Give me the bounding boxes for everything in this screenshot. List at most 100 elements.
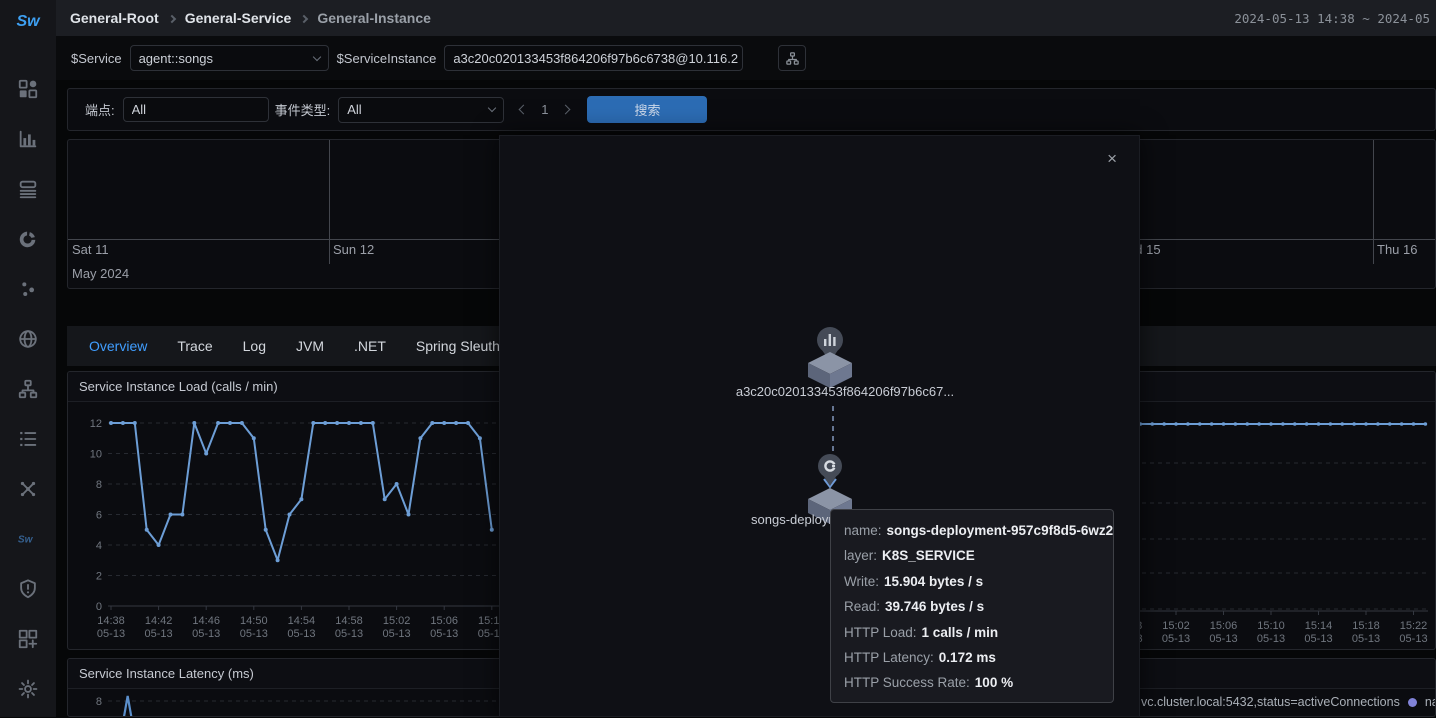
tooltip-label: Write: <box>844 574 879 589</box>
breadcrumb-separator-icon <box>167 14 175 22</box>
sidebar-hub-icon[interactable] <box>17 478 39 500</box>
tooltip-label: Read: <box>844 599 880 614</box>
event-search-toolbar: 端点: 事件类型: All 1 搜索 <box>67 88 1436 131</box>
sidebar-dashboard-icon[interactable] <box>17 78 39 100</box>
timeline-month-label: May 2024 <box>72 266 129 281</box>
node-tooltip: name:songs-deployment-957c9f8d5-6wz26lay… <box>830 509 1114 703</box>
svg-text:05-13: 05-13 <box>1399 633 1427 645</box>
tab-trace[interactable]: Trace <box>177 338 212 354</box>
tooltip-label: HTTP Success Rate: <box>844 675 970 690</box>
breadcrumb-item[interactable]: General-Root <box>70 10 159 26</box>
event-type-label: 事件类型: <box>275 100 331 119</box>
prev-page-icon[interactable] <box>519 105 529 115</box>
timeline-day-label: Sat 11 <box>72 242 109 257</box>
sidebar-gear-icon[interactable] <box>17 678 39 700</box>
tooltip-value: 39.746 bytes / s <box>885 599 984 614</box>
svg-text:05-13: 05-13 <box>335 628 363 640</box>
time-range-picker[interactable]: 2024-05-13 14:38 ~ 2024-05 <box>1234 11 1430 26</box>
svg-text:10: 10 <box>90 449 102 461</box>
sidebar-sw-dim-icon[interactable]: Sw <box>17 528 39 550</box>
sidebar-grid-plus-icon[interactable] <box>17 628 39 650</box>
svg-text:14:50: 14:50 <box>240 615 268 627</box>
svg-text:2: 2 <box>96 571 102 583</box>
tab-spring-sleuth[interactable]: Spring Sleuth <box>416 338 500 354</box>
tooltip-value: 15.904 bytes / s <box>884 574 983 589</box>
sidebar: Sw Sw <box>0 0 56 717</box>
timeline-gridline <box>1373 140 1374 264</box>
service-select[interactable]: agent::songs <box>130 45 329 71</box>
tooltip-row: layer: K8S_SERVICE <box>844 543 1100 568</box>
svg-text:12: 12 <box>90 418 102 430</box>
sidebar-histogram-icon[interactable] <box>17 128 39 150</box>
timeline-day-label: Thu 16 <box>1377 242 1417 257</box>
tooltip-value: 1 calls / min <box>922 625 999 640</box>
svg-text:15:18: 15:18 <box>1352 620 1380 632</box>
endpoint-input[interactable] <box>123 97 269 122</box>
timeline-gridline <box>329 140 330 264</box>
svg-text:05-13: 05-13 <box>1209 633 1237 645</box>
svg-text:05-13: 05-13 <box>287 628 315 640</box>
tooltip-label: layer: <box>844 548 877 563</box>
tab-jvm[interactable]: JVM <box>296 338 324 354</box>
instance-topology-button[interactable] <box>778 45 806 71</box>
sidebar-topology-icon[interactable] <box>17 378 39 400</box>
breadcrumb: General-Root General-Service General-Insta… <box>70 10 431 26</box>
sidebar-doughnut-icon[interactable] <box>17 228 39 250</box>
svg-text:15:02: 15:02 <box>1162 620 1190 632</box>
tooltip-label: HTTP Load: <box>844 625 917 640</box>
tooltip-row: Write: 15.904 bytes / s <box>844 569 1100 594</box>
service-instance-select[interactable]: a3c20c020133453f864206f97b6c6738@10.116.… <box>444 45 743 71</box>
service-pin-icon <box>818 454 842 486</box>
event-type-value: All <box>347 102 361 117</box>
svg-text:15:06: 15:06 <box>430 615 458 627</box>
tooltip-value: K8S_SERVICE <box>882 548 975 563</box>
endpoint-label: 端点: <box>85 100 115 119</box>
sidebar-database-icon[interactable] <box>17 178 39 200</box>
svg-text:05-13: 05-13 <box>192 628 220 640</box>
svg-text:14:38: 14:38 <box>97 615 125 627</box>
skywalking-logo[interactable]: Sw <box>16 2 39 42</box>
tooltip-value: 0.172 ms <box>939 650 996 665</box>
tab-log[interactable]: Log <box>243 338 266 354</box>
tab-overview[interactable]: Overview <box>89 338 147 354</box>
svg-text:8: 8 <box>96 479 102 491</box>
sidebar-scatter-icon[interactable] <box>17 278 39 300</box>
tooltip-row: name:songs-deployment-957c9f8d5-6wz26 <box>844 518 1100 543</box>
svg-text:8: 8 <box>96 696 102 708</box>
svg-text:14:58: 14:58 <box>335 615 363 627</box>
sidebar-list-icon[interactable] <box>17 428 39 450</box>
tooltip-row: Read: 39.746 bytes / s <box>844 594 1100 619</box>
chart-legend: vc.cluster.local:5432,status=activeConne… <box>1141 695 1436 709</box>
service-instance-select-value: a3c20c020133453f864206f97b6c6738@10.116.… <box>453 51 738 66</box>
next-page-icon[interactable] <box>561 105 571 115</box>
svg-text:14:42: 14:42 <box>145 615 173 627</box>
tooltip-value: songs-deployment-957c9f8d5-6wz26 <box>887 523 1114 538</box>
svg-text:6: 6 <box>96 510 102 522</box>
svg-text:05-13: 05-13 <box>430 628 458 640</box>
pod-node[interactable] <box>808 352 852 388</box>
svg-text:15:14: 15:14 <box>1305 620 1333 632</box>
service-node-label: songs-deploym <box>751 512 839 527</box>
svg-text:05-13: 05-13 <box>1352 633 1380 645</box>
sidebar-globe-icon[interactable] <box>17 328 39 350</box>
tooltip-label: HTTP Latency: <box>844 650 934 665</box>
svg-text:14:46: 14:46 <box>192 615 220 627</box>
svg-text:15:22: 15:22 <box>1400 620 1428 632</box>
breadcrumb-item[interactable]: General-Service <box>185 10 292 26</box>
search-button[interactable]: 搜索 <box>587 96 707 123</box>
svg-text:15:10: 15:10 <box>1257 620 1285 632</box>
page-number: 1 <box>541 102 548 117</box>
svg-text:05-13: 05-13 <box>97 628 125 640</box>
sidebar-shield-icon[interactable] <box>17 578 39 600</box>
legend-next-text: na <box>1425 695 1436 709</box>
legend-dot-icon <box>1408 698 1417 707</box>
tab--net[interactable]: .NET <box>354 338 386 354</box>
dashboard-variables-bar: $Service agent::songs $ServiceInstance a… <box>56 36 1436 80</box>
svg-text:15:02: 15:02 <box>383 615 411 627</box>
tooltip-row: HTTP Latency: 0.172 ms <box>844 645 1100 670</box>
svg-text:05-13: 05-13 <box>383 628 411 640</box>
instance-topology-dialog: × a <box>499 135 1140 717</box>
breadcrumb-item[interactable]: General-Instance <box>317 10 431 26</box>
event-type-select[interactable]: All <box>338 97 504 123</box>
svg-text:05-13: 05-13 <box>240 628 268 640</box>
